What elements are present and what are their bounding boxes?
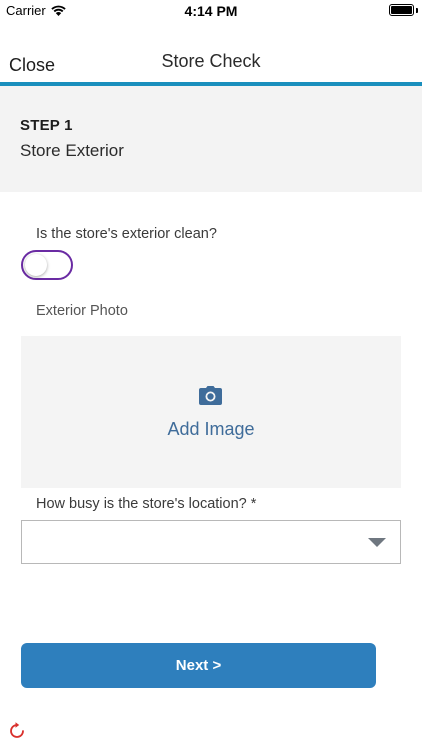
location-busy-select[interactable] [21,520,401,564]
battery-cap [416,8,418,13]
exterior-photo-label: Exterior Photo [36,303,128,319]
store-check-screen: Carrier 4:14 PM Close Store Check STEP 1… [0,0,422,750]
toggle-knob [25,254,47,276]
page-title: Store Check [161,51,261,71]
location-busy-label: How busy is the store's location? * [36,496,257,512]
battery-level [391,6,412,14]
nav-bar: Close Store Check [0,40,422,82]
status-bar: Carrier 4:14 PM [0,0,422,22]
refresh-icon[interactable] [8,722,26,740]
step-number: STEP 1 [20,117,73,134]
step-title: Store Exterior [20,141,124,160]
chevron-down-icon [368,538,386,547]
add-image-button[interactable]: Add Image [0,419,422,440]
step-header: STEP 1 Store Exterior [0,86,422,192]
next-button[interactable]: Next > [21,643,376,688]
status-time: 4:14 PM [184,3,238,19]
next-button-label: Next > [175,657,222,674]
camera-icon [199,386,222,405]
add-image-area[interactable] [21,336,401,488]
battery-icon [389,4,414,16]
exterior-clean-label: Is the store's exterior clean? [36,226,217,242]
exterior-clean-toggle[interactable] [21,250,73,280]
